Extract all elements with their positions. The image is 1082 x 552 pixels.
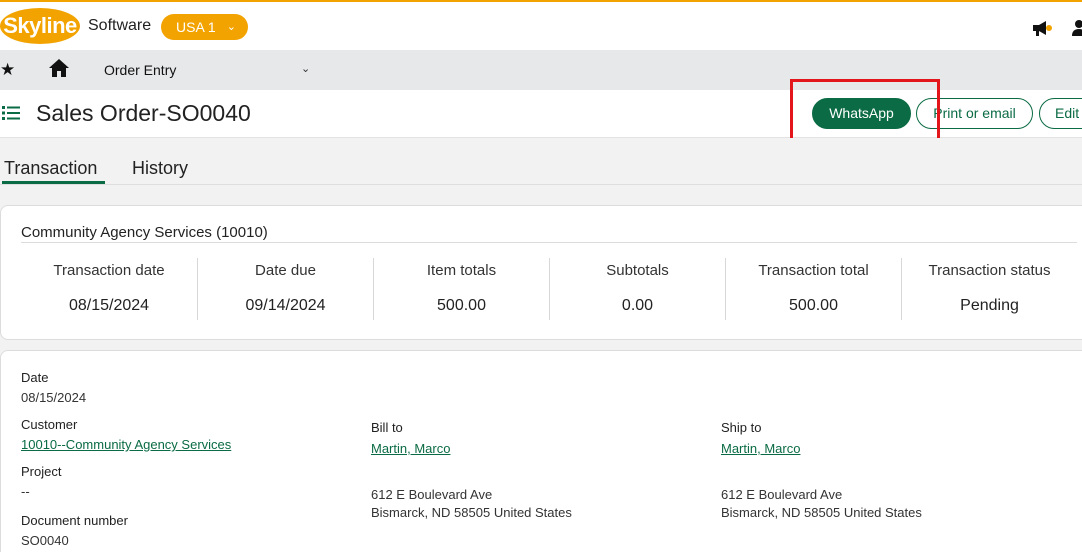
skyline-logo[interactable]: Skyline: [0, 8, 80, 44]
date-value: 08/15/2024: [21, 390, 87, 405]
project-value: --: [21, 484, 30, 499]
brand-text: Software: [88, 17, 152, 34]
user-icon[interactable]: [1072, 19, 1082, 37]
ship-to-contact-link[interactable]: Martin, Marco: [721, 441, 800, 456]
stat-transaction-total: Transaction total 500.00: [725, 258, 901, 320]
stat-value: 09/14/2024: [245, 297, 326, 314]
company-name: USA 1: [176, 19, 216, 35]
list-menu-icon[interactable]: [2, 105, 20, 121]
ship-to-label: Ship to: [721, 420, 762, 435]
stat-item-totals: Item totals 500.00: [373, 258, 549, 320]
nav-bar: ★ Order Entry ⌄: [0, 50, 1082, 90]
bill-to-address-line2: Bismarck, ND 58505 United States: [371, 505, 572, 520]
stat-label: Transaction total: [758, 262, 869, 279]
document-number-value: SO0040: [21, 533, 69, 548]
date-label: Date: [21, 370, 49, 385]
stat-transaction-date: Transaction date 08/15/2024: [21, 258, 197, 320]
stat-transaction-status: Transaction status Pending: [901, 258, 1077, 320]
stat-value: 500.00: [789, 297, 838, 314]
company-selector[interactable]: USA 1 ⌄: [161, 14, 248, 40]
bill-to-contact-link[interactable]: Martin, Marco: [371, 441, 450, 456]
customer-link[interactable]: 10010--Community Agency Services: [21, 437, 231, 452]
document-number-label: Document number: [21, 513, 128, 528]
summary-divider: [21, 242, 1077, 243]
print-or-email-button[interactable]: Print or email: [916, 98, 1033, 129]
page-title: Sales Order-SO0040: [36, 100, 251, 126]
chevron-down-icon: ⌄: [226, 21, 236, 33]
megaphone-icon[interactable]: [1031, 19, 1053, 37]
detail-card: Date 08/15/2024 Customer 10010--Communit…: [0, 350, 1082, 552]
top-header: Skyline Software USA 1 ⌄: [0, 0, 1082, 50]
active-tab-indicator: [2, 181, 105, 184]
stat-label: Date due: [255, 262, 316, 279]
stat-date-due: Date due 09/14/2024: [197, 258, 373, 320]
tab-history[interactable]: History: [132, 158, 188, 179]
tab-bar: Transaction History: [0, 138, 1082, 185]
summary-card: Community Agency Services (10010) Transa…: [0, 205, 1082, 340]
project-label: Project: [21, 464, 62, 479]
bill-to-label: Bill to: [371, 420, 403, 435]
stat-value: Pending: [960, 297, 1019, 314]
whatsapp-button[interactable]: WhatsApp: [812, 98, 911, 129]
ship-to-address-line1: 612 E Boulevard Ave: [721, 487, 843, 502]
stat-label: Transaction status: [928, 262, 1051, 279]
stat-label: Subtotals: [606, 262, 669, 279]
tab-transaction[interactable]: Transaction: [4, 158, 97, 179]
ship-to-address-line2: Bismarck, ND 58505 United States: [721, 505, 922, 520]
stat-label: Item totals: [426, 262, 497, 279]
nav-order-entry[interactable]: Order Entry: [104, 62, 176, 78]
star-icon[interactable]: ★: [0, 60, 15, 80]
home-icon[interactable]: [49, 59, 69, 77]
edit-button[interactable]: Edit: [1039, 98, 1082, 129]
stat-value: 08/15/2024: [68, 297, 150, 314]
customer-label: Customer: [21, 417, 78, 432]
stat-subtotals: Subtotals 0.00: [549, 258, 725, 320]
stat-label: Transaction date: [53, 262, 165, 279]
summary-title: Community Agency Services (10010): [21, 224, 268, 241]
chevron-down-icon[interactable]: ⌄: [301, 62, 310, 75]
stat-value: 500.00: [437, 297, 486, 314]
stat-value: 0.00: [621, 297, 654, 314]
title-row: Sales Order-SO0040 WhatsApp Print or ema…: [0, 90, 1082, 138]
bill-to-address-line1: 612 E Boulevard Ave: [371, 487, 493, 502]
